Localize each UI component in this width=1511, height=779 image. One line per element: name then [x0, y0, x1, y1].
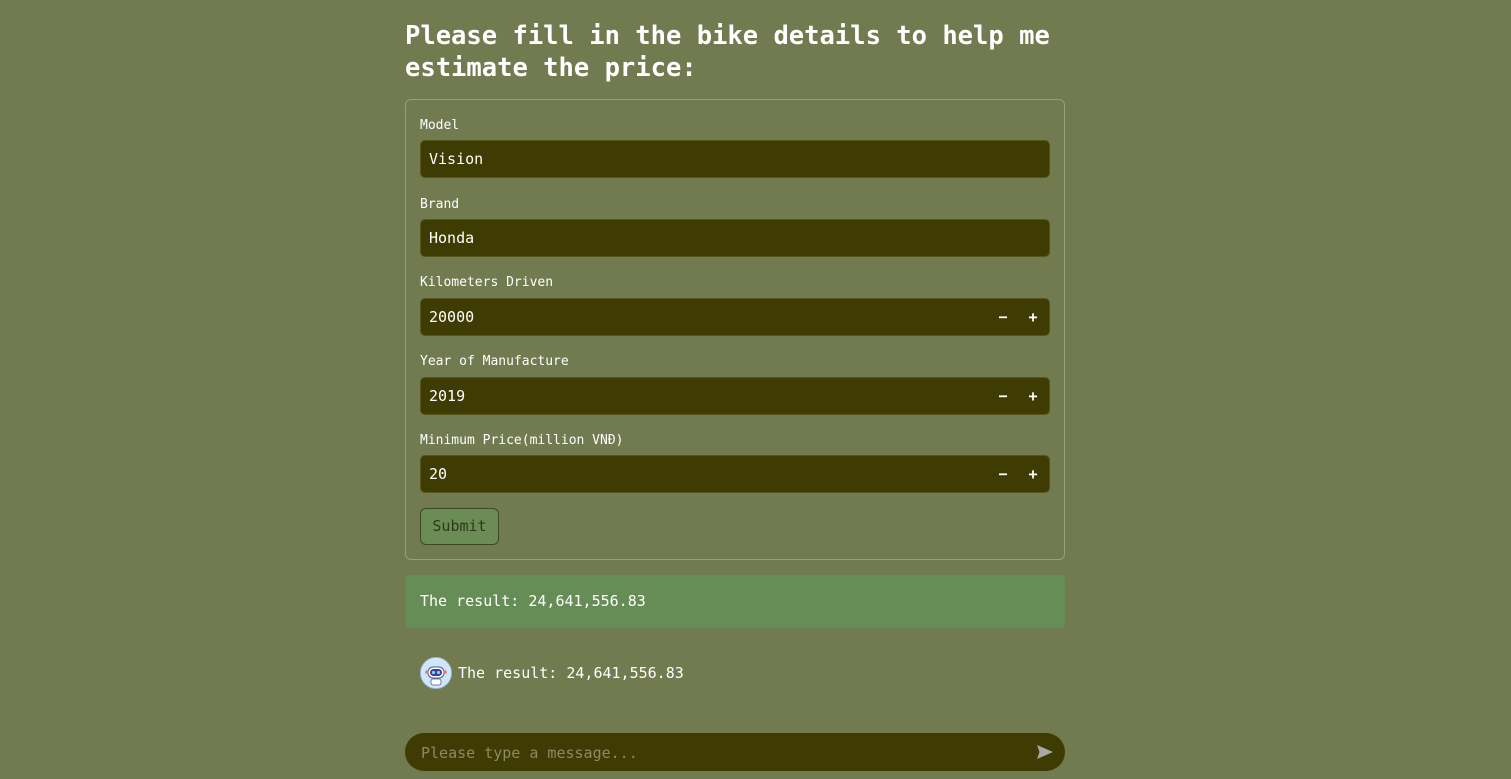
bike-details-form: Model Vision Brand Honda Kilometers Driv… [405, 99, 1065, 560]
message-input[interactable] [419, 733, 1013, 773]
year-decrement-button[interactable]: − [988, 378, 1018, 414]
message-bar [405, 733, 1065, 773]
kilometers-label: Kilometers Driven [420, 275, 554, 290]
min-price-value: 20 [429, 465, 448, 483]
page-title: Please fill in the bike details to help … [405, 21, 1050, 83]
min-price-label: Minimum Price(million VNĐ) [420, 433, 624, 448]
chat-message-text: The result: 24,641,556.83 [458, 664, 684, 682]
min-price-field[interactable]: 20 − + [420, 455, 1050, 493]
kilometers-decrement-button[interactable]: − [988, 299, 1018, 335]
kilometers-value: 20000 [429, 308, 475, 326]
brand-value: Honda [429, 229, 475, 247]
kilometers-increment-button[interactable]: + [1018, 299, 1048, 335]
year-value: 2019 [429, 387, 466, 405]
send-icon[interactable] [1035, 742, 1055, 762]
submit-button[interactable]: Submit [420, 508, 499, 545]
year-increment-button[interactable]: + [1018, 378, 1048, 414]
brand-label: Brand [420, 197, 460, 212]
brand-field[interactable]: Honda [420, 219, 1050, 257]
model-value: Vision [429, 150, 484, 168]
model-field[interactable]: Vision [420, 140, 1050, 178]
min-price-increment-button[interactable]: + [1018, 456, 1048, 492]
year-field[interactable]: 2019 − + [420, 377, 1050, 415]
model-label: Model [420, 118, 460, 133]
year-label: Year of Manufacture [420, 354, 569, 369]
result-panel: The result: 24,641,556.83 [405, 575, 1065, 628]
result-text: The result: 24,641,556.83 [420, 592, 646, 610]
min-price-decrement-button[interactable]: − [988, 456, 1018, 492]
kilometers-field[interactable]: 20000 − + [420, 298, 1050, 336]
robot-avatar-icon [420, 657, 452, 689]
